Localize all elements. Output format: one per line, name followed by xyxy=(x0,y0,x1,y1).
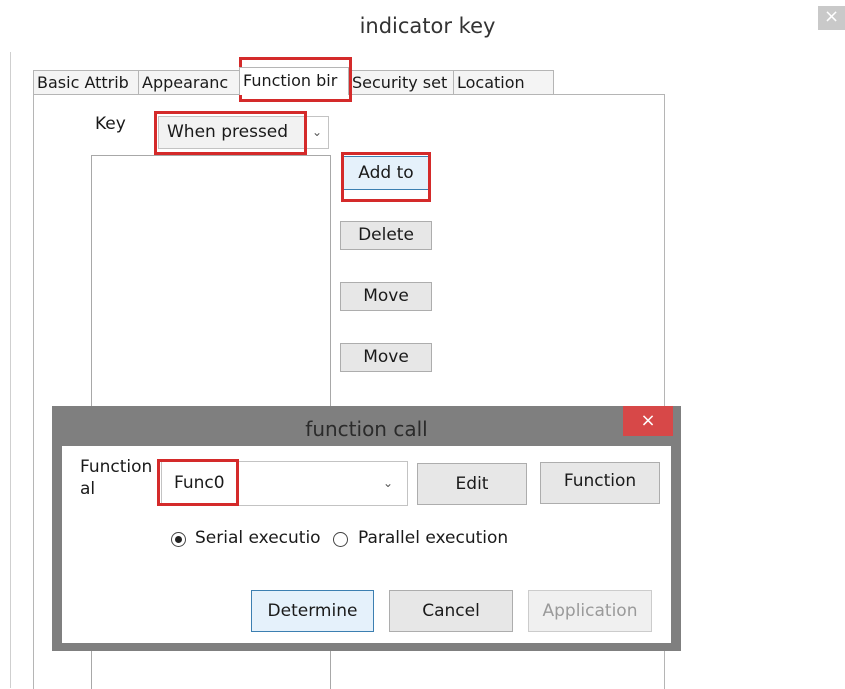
tab-function-binding[interactable]: Function bir xyxy=(239,67,349,95)
tab-strip: Basic Attrib Appearanc Function bir Secu… xyxy=(33,67,554,95)
serial-execution-label[interactable]: Serial executio xyxy=(195,528,321,548)
dialog-close-icon[interactable]: × xyxy=(623,406,673,436)
cancel-button[interactable]: Cancel xyxy=(389,590,513,632)
dialog-title: function call xyxy=(305,417,428,441)
application-button[interactable]: Application xyxy=(528,590,652,632)
function-button[interactable]: Function xyxy=(540,462,660,504)
function-label-line2: al xyxy=(80,479,96,499)
tab-appearance[interactable]: Appearanc xyxy=(138,70,240,95)
key-event-select[interactable]: When pressed ⌄ xyxy=(158,116,329,149)
function-label: Function al xyxy=(80,456,152,500)
key-label: Key xyxy=(95,114,126,134)
function-select-value: Func0 xyxy=(174,473,225,493)
window-title: indicator key xyxy=(359,14,496,38)
chevron-down-icon[interactable]: ⌄ xyxy=(305,117,328,148)
parallel-execution-label[interactable]: Parallel execution xyxy=(358,528,508,548)
function-label-line1: Function xyxy=(80,457,153,477)
move-down-button[interactable]: Move xyxy=(340,343,432,372)
add-to-button[interactable]: Add to xyxy=(343,156,429,190)
tab-security-settings[interactable]: Security set xyxy=(348,70,454,95)
tab-location[interactable]: Location xyxy=(453,70,554,95)
serial-execution-radio[interactable] xyxy=(171,532,186,547)
function-select[interactable]: Func0 ⌄ xyxy=(161,461,408,506)
delete-button[interactable]: Delete xyxy=(340,221,432,250)
window-titlebar: indicator key xyxy=(10,0,845,52)
window-close-icon[interactable]: × xyxy=(818,6,845,30)
parallel-execution-radio[interactable] xyxy=(333,532,348,547)
determine-button[interactable]: Determine xyxy=(251,590,374,632)
chevron-down-icon[interactable]: ⌄ xyxy=(383,476,393,490)
tab-basic-attributes[interactable]: Basic Attrib xyxy=(33,70,139,95)
key-event-value: When pressed xyxy=(167,122,289,142)
move-up-button[interactable]: Move xyxy=(340,282,432,311)
edit-button[interactable]: Edit xyxy=(417,463,527,505)
